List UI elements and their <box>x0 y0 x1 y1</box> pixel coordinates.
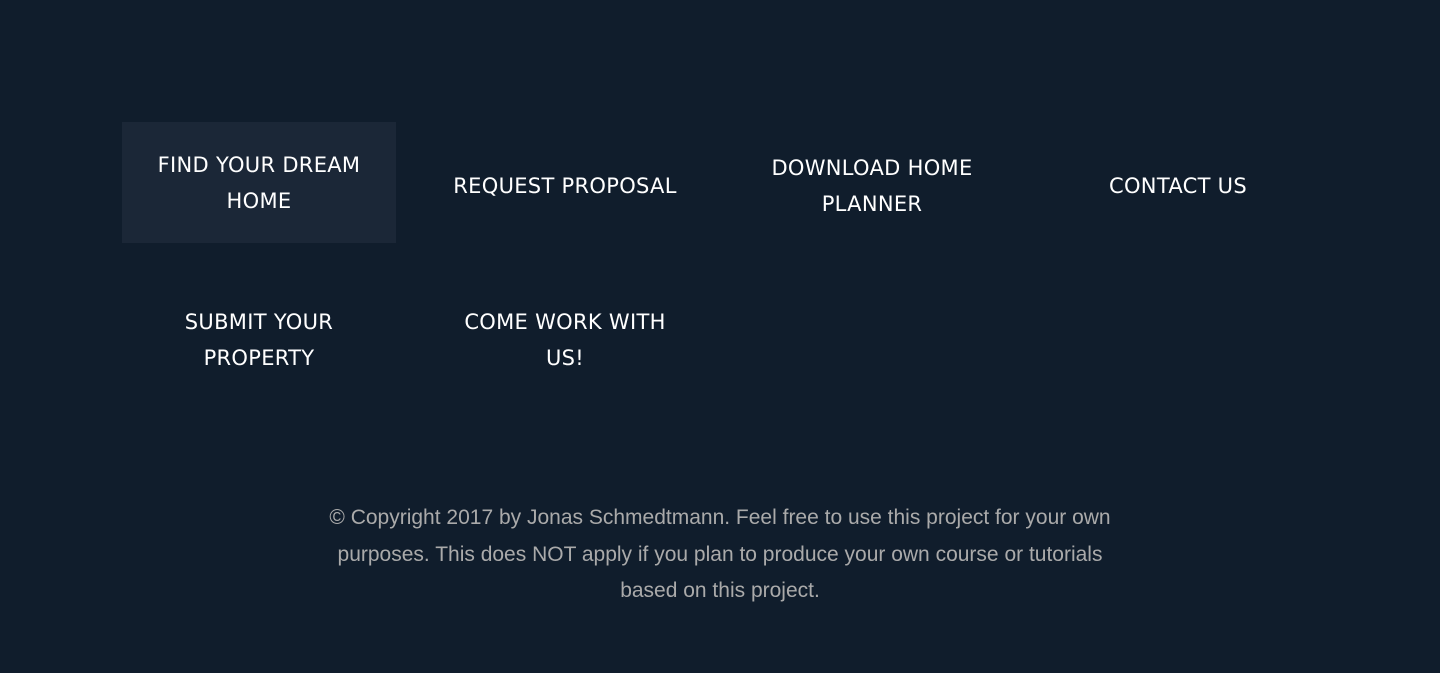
nav-link-contact-us[interactable]: CONTACT US <box>1041 125 1315 246</box>
nav-link-submit-property[interactable]: SUBMIT YOUR PROPERTY <box>122 279 396 400</box>
copyright-text: © Copyright 2017 by Jonas Schmedtmann. F… <box>329 506 1111 602</box>
nav-link-come-work-with-us[interactable]: COME WORK WITH US! <box>428 279 702 400</box>
nav-link-find-dream-home[interactable]: FIND YOUR DREAM HOME <box>122 122 396 243</box>
nav-link-request-proposal[interactable]: REQUEST PROPOSAL <box>428 125 702 246</box>
footer-nav: FIND YOUR DREAM HOME REQUEST PROPOSAL DO… <box>0 0 1440 460</box>
nav-link-download-home-planner[interactable]: DOWNLOAD HOME PLANNER <box>735 125 1009 246</box>
